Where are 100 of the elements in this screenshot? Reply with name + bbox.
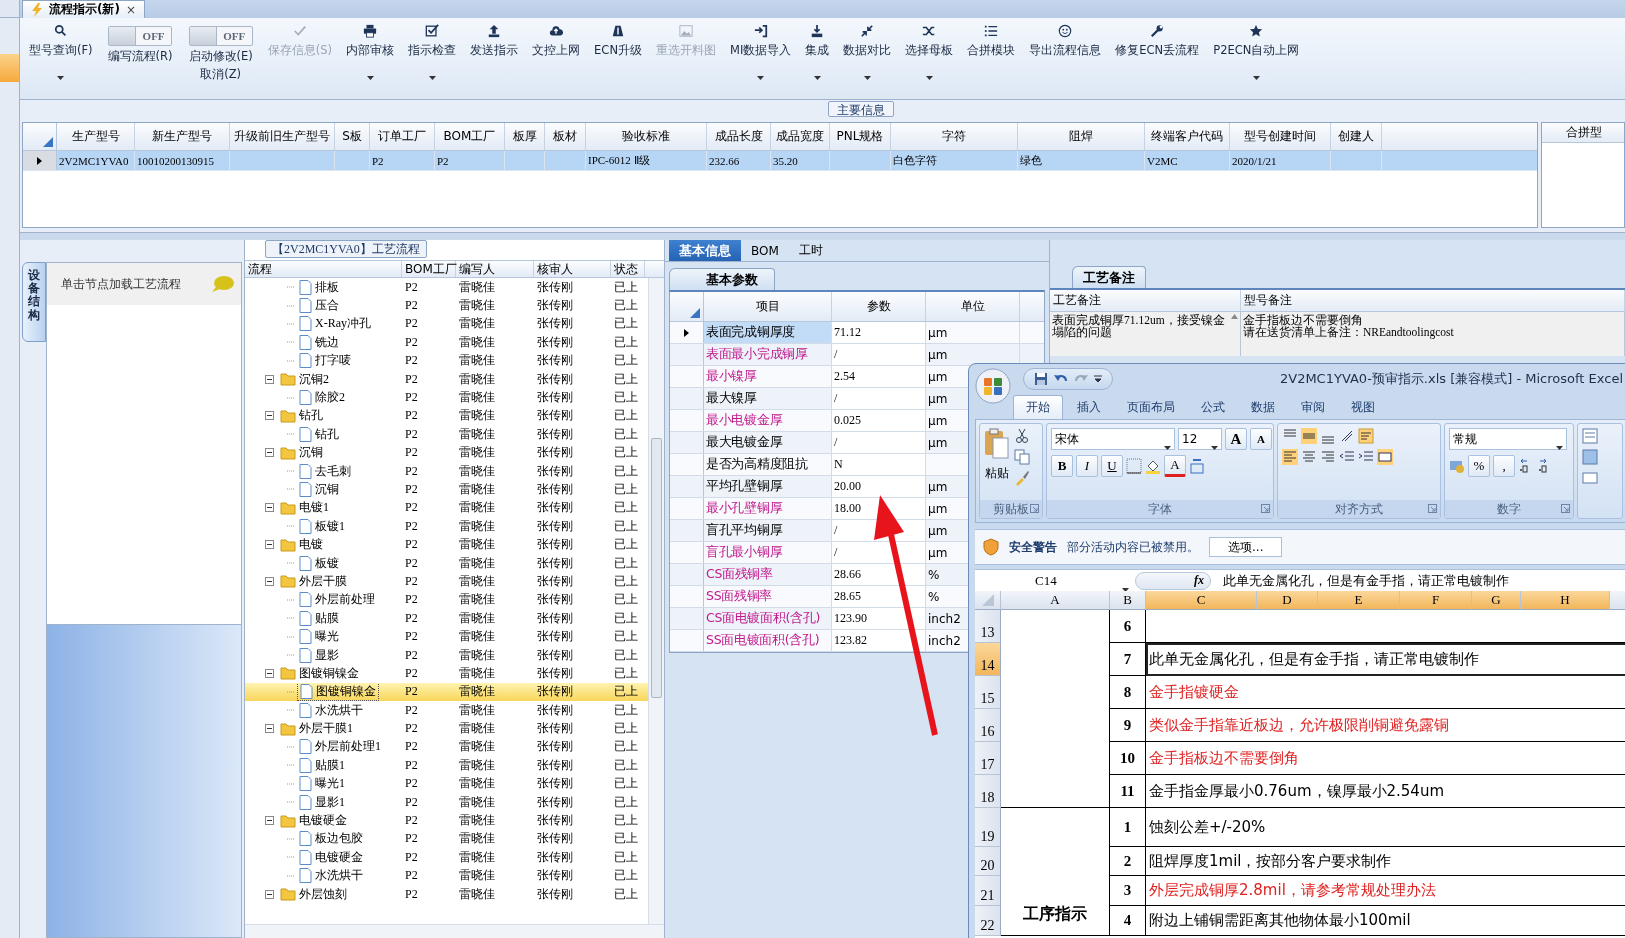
column-header[interactable]: 状态 xyxy=(611,261,645,277)
column-header[interactable]: 单位 xyxy=(926,292,1020,321)
tree-node[interactable]: 显影1 xyxy=(297,793,347,811)
tree-node[interactable]: 图镀铜镍金 xyxy=(278,664,361,682)
font-style-button[interactable]: I xyxy=(1076,455,1098,477)
scissors-icon[interactable] xyxy=(1014,428,1030,444)
font-size-button[interactable]: A xyxy=(1250,428,1272,450)
column-header[interactable]: BOM工厂 xyxy=(435,123,505,150)
tree-node[interactable]: 外层蚀刻 xyxy=(278,885,349,903)
tree-node[interactable]: 外层干膜1 xyxy=(278,720,355,738)
tree-node[interactable]: 外层前处理 xyxy=(297,591,377,609)
tree-node[interactable]: 图镀铜镍金 xyxy=(297,682,379,701)
font-size-field[interactable]: 12 xyxy=(1178,428,1222,450)
tab[interactable]: 工艺备注 xyxy=(1072,266,1146,288)
toggle-switch[interactable]: OFF xyxy=(188,26,253,46)
column-header[interactable]: 成品长度 xyxy=(707,123,771,150)
launcher-icon[interactable] xyxy=(1261,504,1270,513)
collapse-icon[interactable] xyxy=(265,889,274,899)
tree-node[interactable]: 外层前处理1 xyxy=(297,738,383,756)
tree-node[interactable]: 沉铜 xyxy=(278,444,325,462)
align-middle-icon[interactable] xyxy=(1301,428,1317,444)
column-header[interactable]: B xyxy=(1110,591,1146,610)
column-header[interactable]: 订单工厂 xyxy=(370,123,435,150)
tree-node[interactable]: X-Ray冲孔 xyxy=(297,315,373,333)
font-style-button[interactable]: B xyxy=(1051,455,1073,477)
customize-icon[interactable] xyxy=(1094,374,1102,383)
font-name-field[interactable]: 宋体 xyxy=(1051,428,1175,450)
column-header[interactable]: 板材 xyxy=(545,123,586,150)
tree-node[interactable]: 板边包胶 xyxy=(297,830,365,848)
column-header[interactable]: G xyxy=(1472,591,1521,610)
brush-icon[interactable] xyxy=(1014,470,1030,486)
column-header[interactable]: 新生产型号 xyxy=(135,123,230,150)
tree-node[interactable]: 钻孔 xyxy=(297,425,341,443)
column-header[interactable]: 成品宽度 xyxy=(771,123,830,150)
tree-node[interactable]: 水洗烘干 xyxy=(297,701,365,719)
ribbon-tab[interactable]: 页面布局 xyxy=(1115,395,1187,419)
tree-node[interactable]: 沉铜 xyxy=(297,481,341,498)
toolbar-button[interactable]: ECN升级 xyxy=(587,20,649,99)
row-number[interactable]: 17 xyxy=(975,742,1001,775)
toolbar-button[interactable]: 集成 xyxy=(798,20,837,99)
toggle-switch[interactable]: OFF xyxy=(108,26,173,46)
launcher-icon[interactable] xyxy=(1030,504,1039,513)
close-icon[interactable]: × xyxy=(125,2,137,17)
column-header[interactable]: D xyxy=(1257,591,1318,610)
row-number[interactable]: 19 xyxy=(975,808,1001,847)
merge-cells-icon[interactable] xyxy=(1377,449,1393,465)
save-icon[interactable] xyxy=(1034,371,1048,386)
toolbar-button[interactable]: 型号查询(F) xyxy=(22,20,100,99)
collapse-icon[interactable] xyxy=(265,448,274,458)
collapse-icon[interactable] xyxy=(265,816,274,825)
collapse-icon[interactable] xyxy=(265,540,274,550)
column-header[interactable]: 升级前旧生产型号 xyxy=(230,123,335,150)
row-number[interactable]: 21 xyxy=(975,876,1001,906)
tree-node[interactable]: 曝光1 xyxy=(297,775,347,793)
tree-node[interactable]: 铣边 xyxy=(297,333,341,351)
toolbar-button[interactable]: 导出流程信息 xyxy=(1022,20,1109,99)
ribbon-tab[interactable]: 审阅 xyxy=(1289,395,1337,419)
align-left-icon[interactable] xyxy=(1282,449,1298,465)
collapse-icon[interactable] xyxy=(265,411,274,421)
column-header[interactable]: 阻焊 xyxy=(1018,123,1145,150)
tree-node[interactable]: 除胶2 xyxy=(297,389,347,407)
splitter[interactable] xyxy=(20,232,1625,240)
column-header[interactable]: 编写人 xyxy=(456,261,534,277)
row-number[interactable]: 22 xyxy=(975,906,1001,936)
column-header[interactable]: PNL规格 xyxy=(830,123,891,150)
tree-node[interactable]: 显影 xyxy=(297,646,341,664)
tree-node[interactable]: 曝光 xyxy=(297,628,341,646)
column-header[interactable]: E xyxy=(1318,591,1400,610)
column-header[interactable]: F xyxy=(1400,591,1472,610)
tree-node[interactable]: 电镀硬金 xyxy=(278,812,349,829)
column-header[interactable]: BOM工厂 xyxy=(402,261,456,277)
tree-node[interactable]: 排板 xyxy=(297,278,341,296)
tree-node[interactable]: 板镀1 xyxy=(297,517,347,535)
function-button[interactable]: fx xyxy=(1135,571,1211,590)
collapse-icon[interactable] xyxy=(265,374,274,384)
borders-icon[interactable] xyxy=(1126,458,1142,474)
toolbar-button[interactable]: 数据对比 xyxy=(836,20,899,99)
toolbar-button[interactable]: 合拼模块 xyxy=(960,20,1023,99)
launcher-icon[interactable] xyxy=(1561,504,1570,513)
collapse-icon[interactable] xyxy=(265,503,274,513)
number-format-field[interactable]: 常规 xyxy=(1449,428,1567,450)
tree-node[interactable]: 水洗烘干 xyxy=(297,867,365,885)
tree-node[interactable]: 钻孔 xyxy=(278,407,325,425)
column-header[interactable]: 流程 xyxy=(245,261,402,277)
align-center-icon[interactable] xyxy=(1301,449,1317,465)
column-header[interactable]: 工艺备注 xyxy=(1050,290,1241,311)
column-header[interactable]: 型号创建时间 xyxy=(1230,123,1331,150)
column-header[interactable]: 终端客户代码 xyxy=(1145,123,1230,150)
toolbar-button[interactable]: 指示检查 xyxy=(401,20,464,99)
tree-node[interactable]: 电镀硬金 xyxy=(297,848,365,866)
toolbar-button[interactable]: 选择母板 xyxy=(898,20,961,99)
column-header[interactable]: A xyxy=(1001,591,1110,610)
font-color-button[interactable]: A xyxy=(1164,455,1186,477)
ribbon-tab[interactable]: 开始 xyxy=(1013,395,1063,419)
tree-node[interactable]: 压合 xyxy=(297,297,341,315)
options-button[interactable]: 选项... xyxy=(1209,537,1283,557)
row-number[interactable]: 20 xyxy=(975,847,1001,876)
tab[interactable]: 基本参数 xyxy=(669,268,775,290)
tree-node[interactable]: 去毛刺 xyxy=(297,462,353,480)
ribbon-tab[interactable]: 插入 xyxy=(1065,395,1113,419)
